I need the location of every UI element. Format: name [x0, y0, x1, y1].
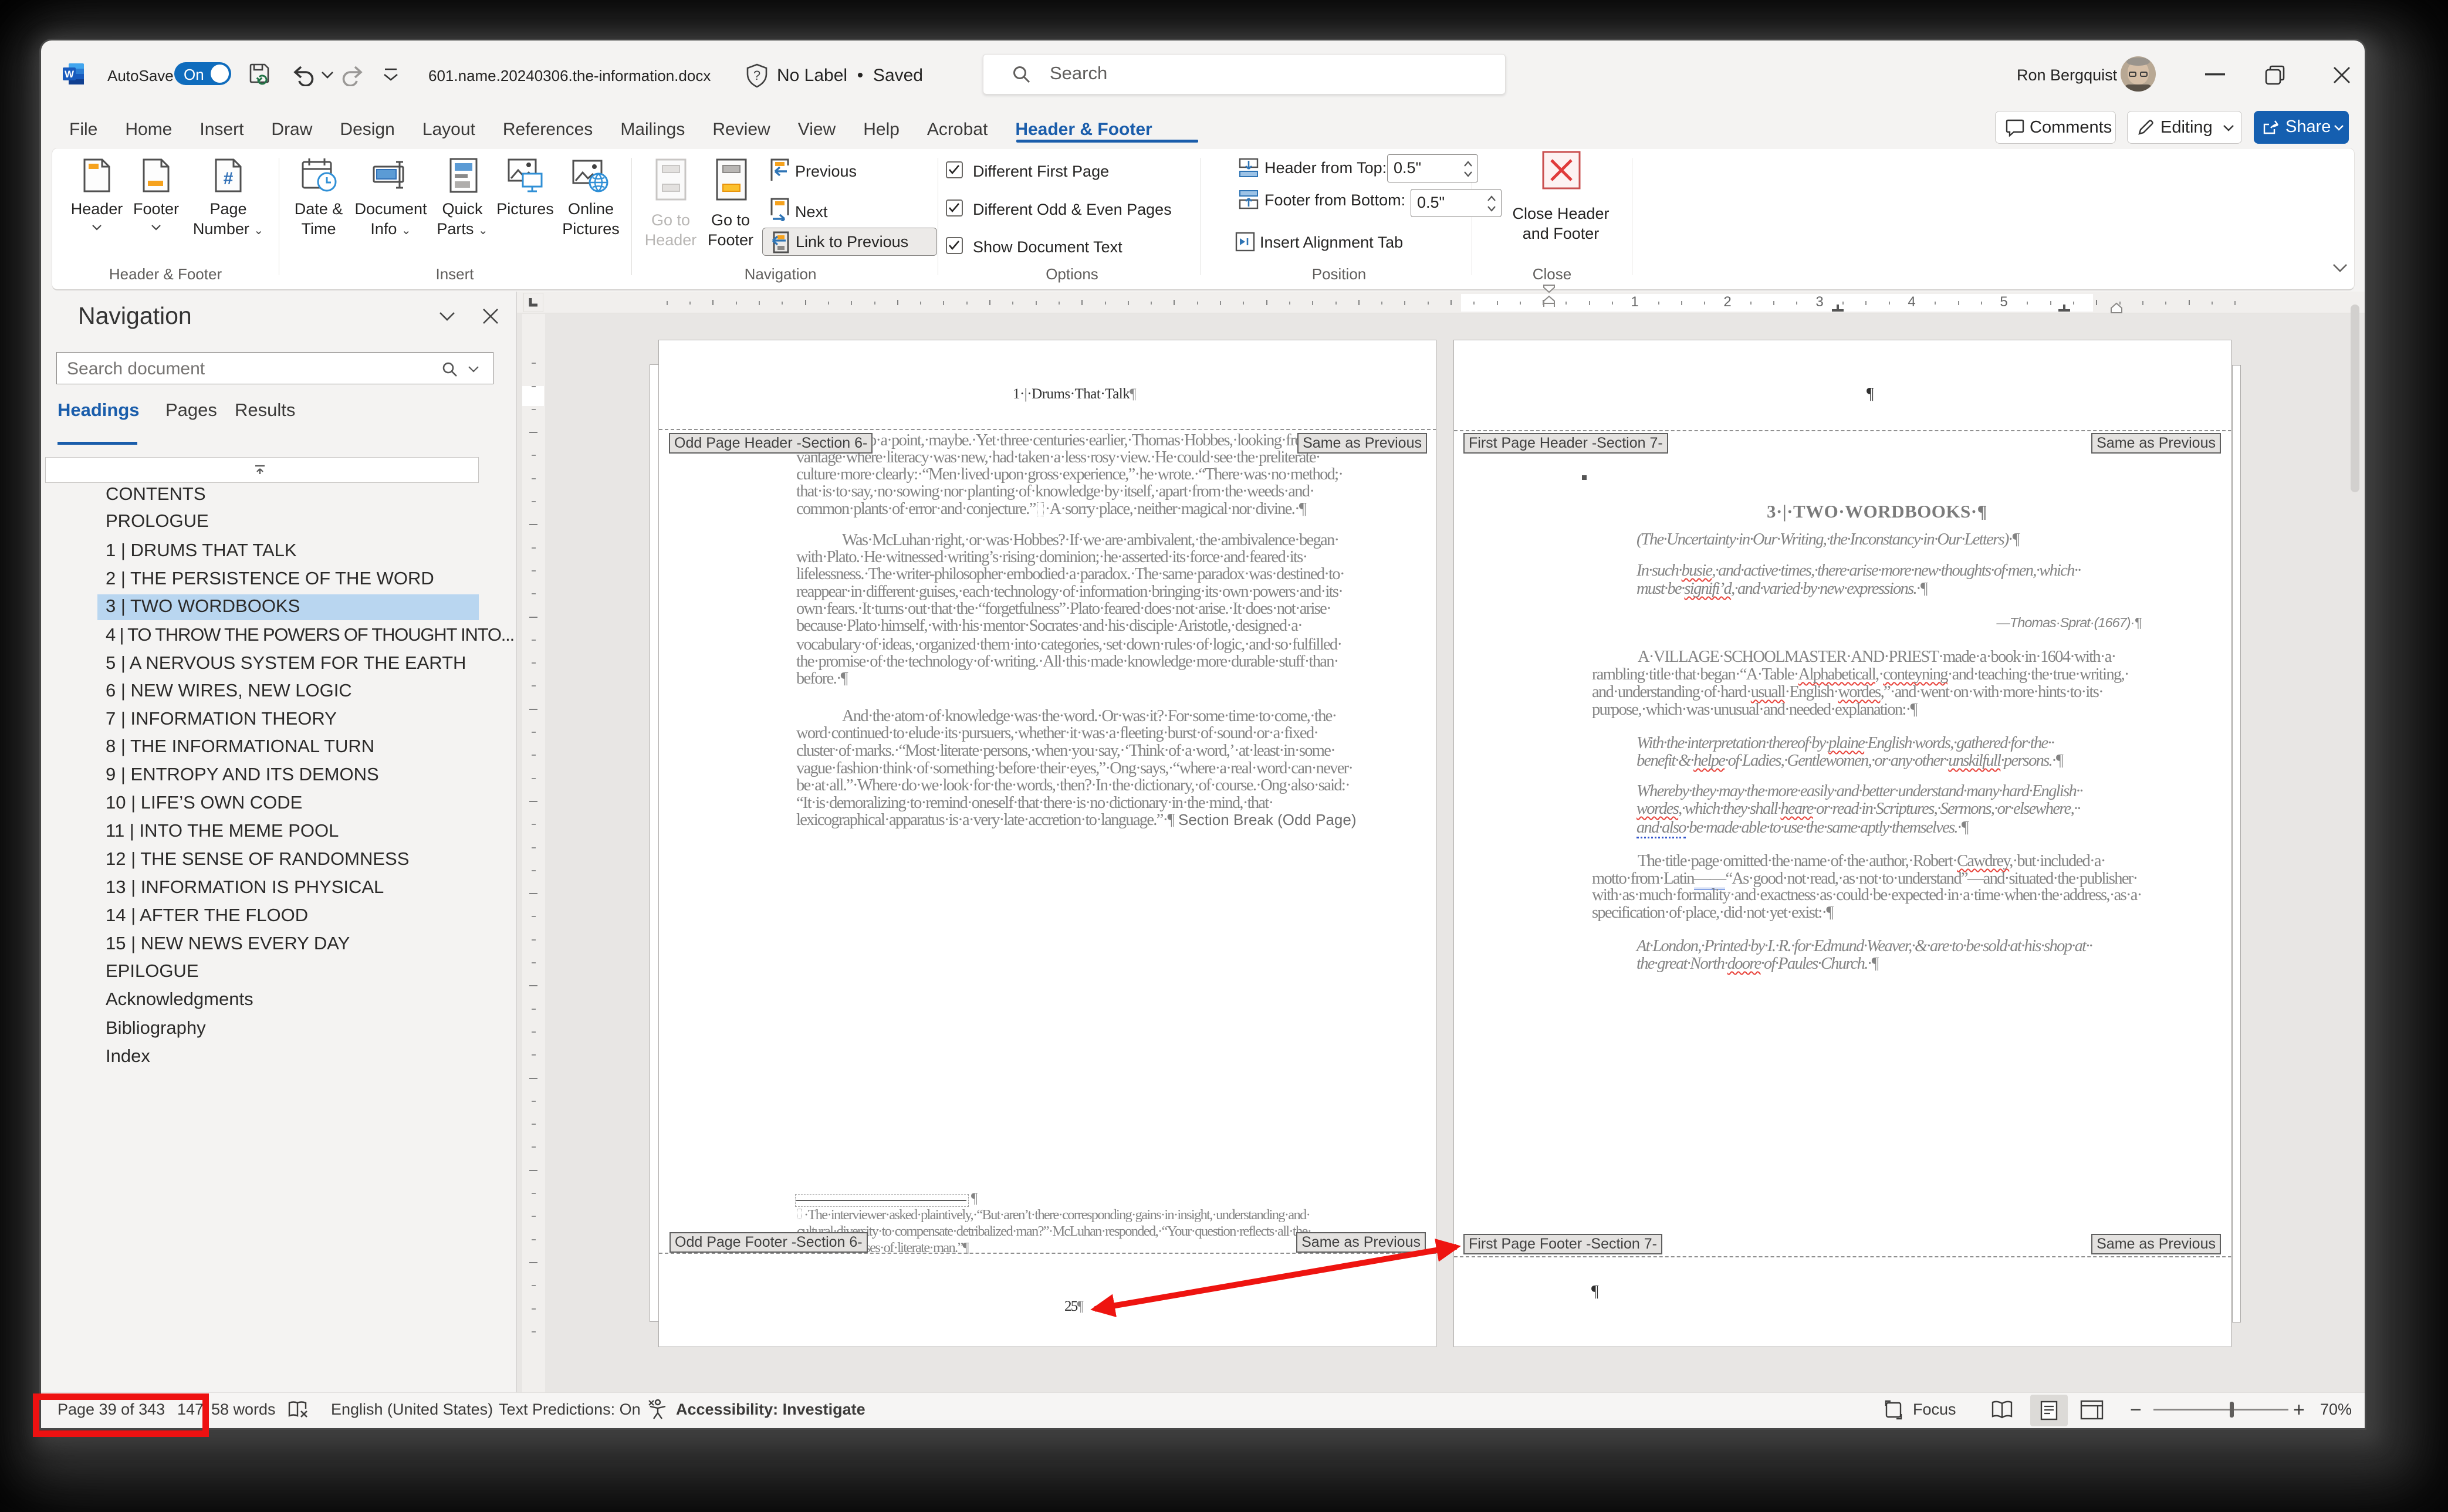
- svg-text:?: ?: [753, 68, 760, 83]
- svg-text:W: W: [65, 69, 75, 80]
- svg-text:#: #: [224, 169, 234, 188]
